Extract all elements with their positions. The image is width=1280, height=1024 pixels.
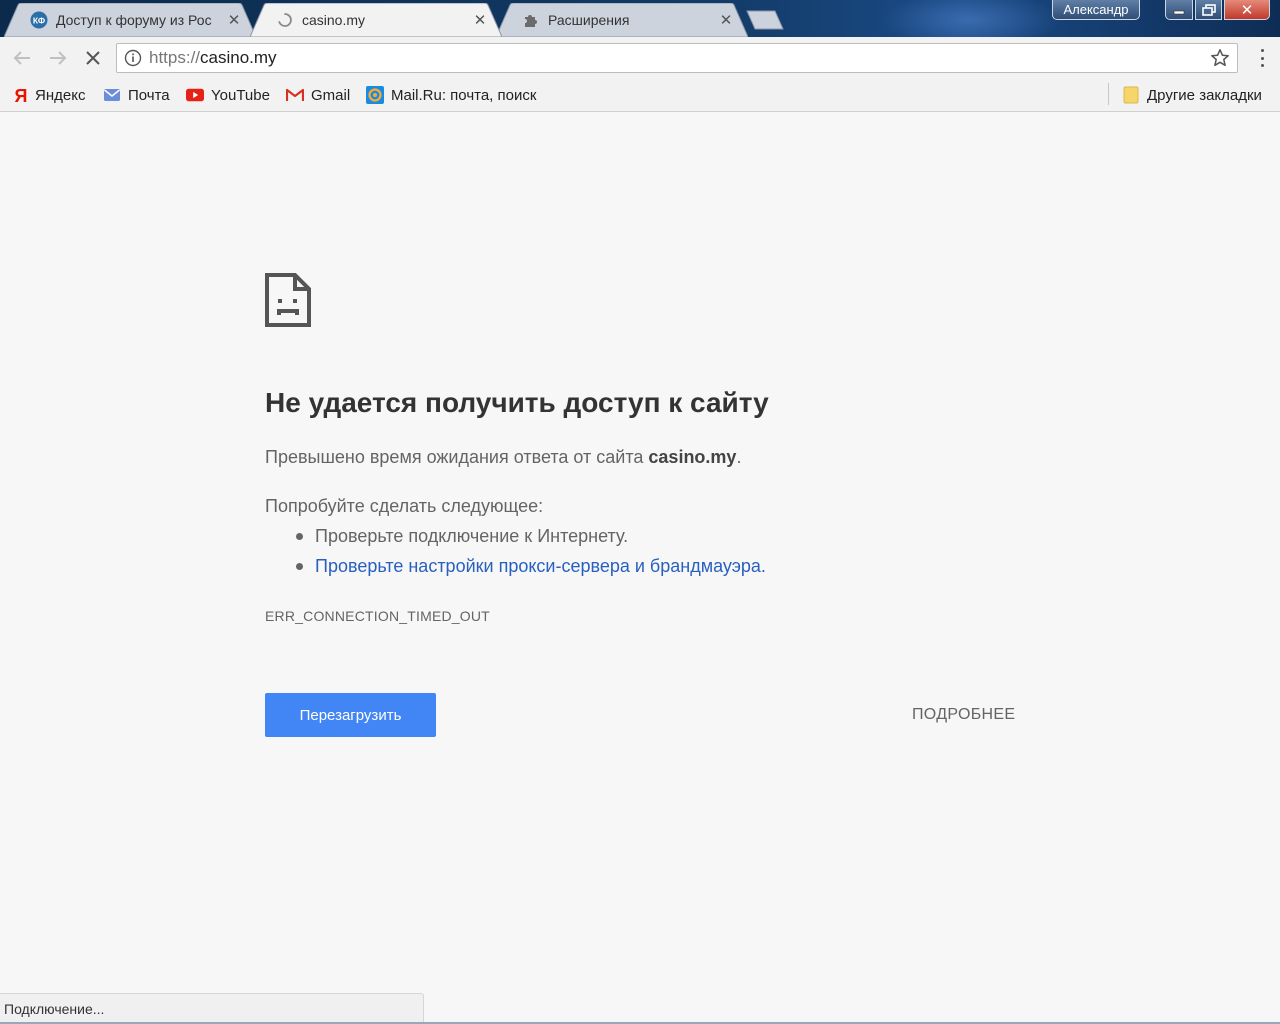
error-host: casino.my: [648, 447, 737, 467]
suggestion-check-proxy-link[interactable]: Проверьте настройки прокси-сервера и бра…: [265, 554, 766, 584]
window-controls: ✕: [1165, 0, 1270, 20]
error-code: ERR_CONNECTION_TIMED_OUT: [265, 608, 490, 624]
close-tab-icon[interactable]: ✕: [718, 11, 734, 29]
tab-forum[interactable]: КФ Доступ к форуму из Рос ✕: [4, 3, 256, 37]
suggestion-check-connection: Проверьте подключение к Интернету.: [265, 524, 766, 554]
profile-button[interactable]: Александр: [1052, 0, 1140, 20]
gmail-icon: [286, 86, 304, 104]
info-icon[interactable]: [117, 49, 149, 67]
bookmark-mailru[interactable]: Mail.Ru: почта, поиск: [366, 84, 538, 106]
address-bar[interactable]: https://casino.my: [116, 43, 1238, 73]
loading-spinner-icon: [276, 11, 294, 29]
svg-text:Я: Я: [15, 86, 28, 104]
tab-extensions[interactable]: Расширения ✕: [496, 3, 748, 37]
details-button[interactable]: ПОДРОБНЕЕ: [912, 706, 1015, 724]
forward-icon[interactable]: [46, 46, 70, 70]
bookmark-label: YouTube: [211, 86, 270, 104]
tab-casino[interactable]: casino.my ✕: [250, 3, 502, 37]
bookmark-gmail[interactable]: Gmail: [286, 84, 350, 106]
error-title: Не удается получить доступ к сайту: [265, 387, 769, 418]
error-desc-suffix: .: [736, 447, 742, 467]
new-tab-button[interactable]: [745, 10, 785, 30]
other-bookmarks-label: Другие закладки: [1147, 86, 1262, 104]
yandex-icon: Я: [14, 86, 28, 104]
error-description: Превышено время ожидания ответа от сайта…: [265, 447, 741, 468]
other-bookmarks[interactable]: Другие закладки: [1122, 84, 1262, 106]
bookmark-yandex[interactable]: Я Яндекс: [14, 84, 86, 106]
restore-icon[interactable]: [1195, 0, 1222, 20]
bookmark-youtube[interactable]: YouTube: [186, 84, 270, 106]
tab-title: casino.my: [302, 12, 366, 28]
svg-text:КФ: КФ: [33, 16, 45, 26]
toolbar: https://casino.my: [0, 37, 1280, 79]
menu-icon[interactable]: [1258, 49, 1266, 67]
reload-button[interactable]: Перезагрузить: [265, 693, 436, 737]
bookmark-label: Почта: [128, 86, 170, 104]
close-window-icon[interactable]: ✕: [1224, 0, 1270, 20]
bookmarks-bar: Я Яндекс Почта YouTube Gmail Mail.Ru: по…: [0, 79, 1280, 112]
error-desc-prefix: Превышено время ожидания ответа от сайта: [265, 447, 649, 467]
url-scheme: https://: [149, 48, 201, 67]
suggestions-heading: Попробуйте сделать следующее:: [265, 496, 544, 516]
bookmark-star-icon[interactable]: [1203, 48, 1237, 68]
close-tab-icon[interactable]: ✕: [226, 11, 242, 29]
back-icon[interactable]: [10, 46, 34, 70]
puzzle-icon: [522, 11, 540, 29]
bookmark-label: Gmail: [311, 86, 351, 104]
kf-logo-icon: КФ: [30, 11, 48, 29]
bookmark-label: Mail.Ru: почта, поиск: [391, 86, 537, 104]
bookmark-label: Яндекс: [35, 86, 86, 104]
mailru-icon: [366, 86, 384, 104]
minimize-icon[interactable]: [1165, 0, 1193, 20]
bookmark-pochta[interactable]: Почта: [103, 84, 170, 106]
close-tab-icon[interactable]: ✕: [472, 11, 488, 29]
title-bar: КФ Доступ к форуму из Рос ✕ casino.my ✕ …: [0, 0, 1280, 37]
folder-icon: [1122, 86, 1140, 104]
tab-title: Доступ к форуму из Рос: [56, 12, 212, 28]
sad-page-icon: [265, 273, 311, 327]
url-host: casino.my: [200, 48, 277, 67]
status-bubble: Подключение...: [0, 993, 424, 1023]
url-text[interactable]: https://casino.my: [149, 48, 1203, 68]
suggestions-list: Проверьте подключение к Интернету. Прове…: [265, 524, 766, 584]
error-page: Не удается получить доступ к сайту Превы…: [0, 112, 1280, 1024]
mail-icon: [103, 86, 121, 104]
stop-loading-icon[interactable]: [81, 46, 105, 70]
tab-title: Расширения: [548, 12, 630, 28]
bookmarks-separator: [1108, 83, 1109, 105]
youtube-icon: [186, 86, 204, 104]
